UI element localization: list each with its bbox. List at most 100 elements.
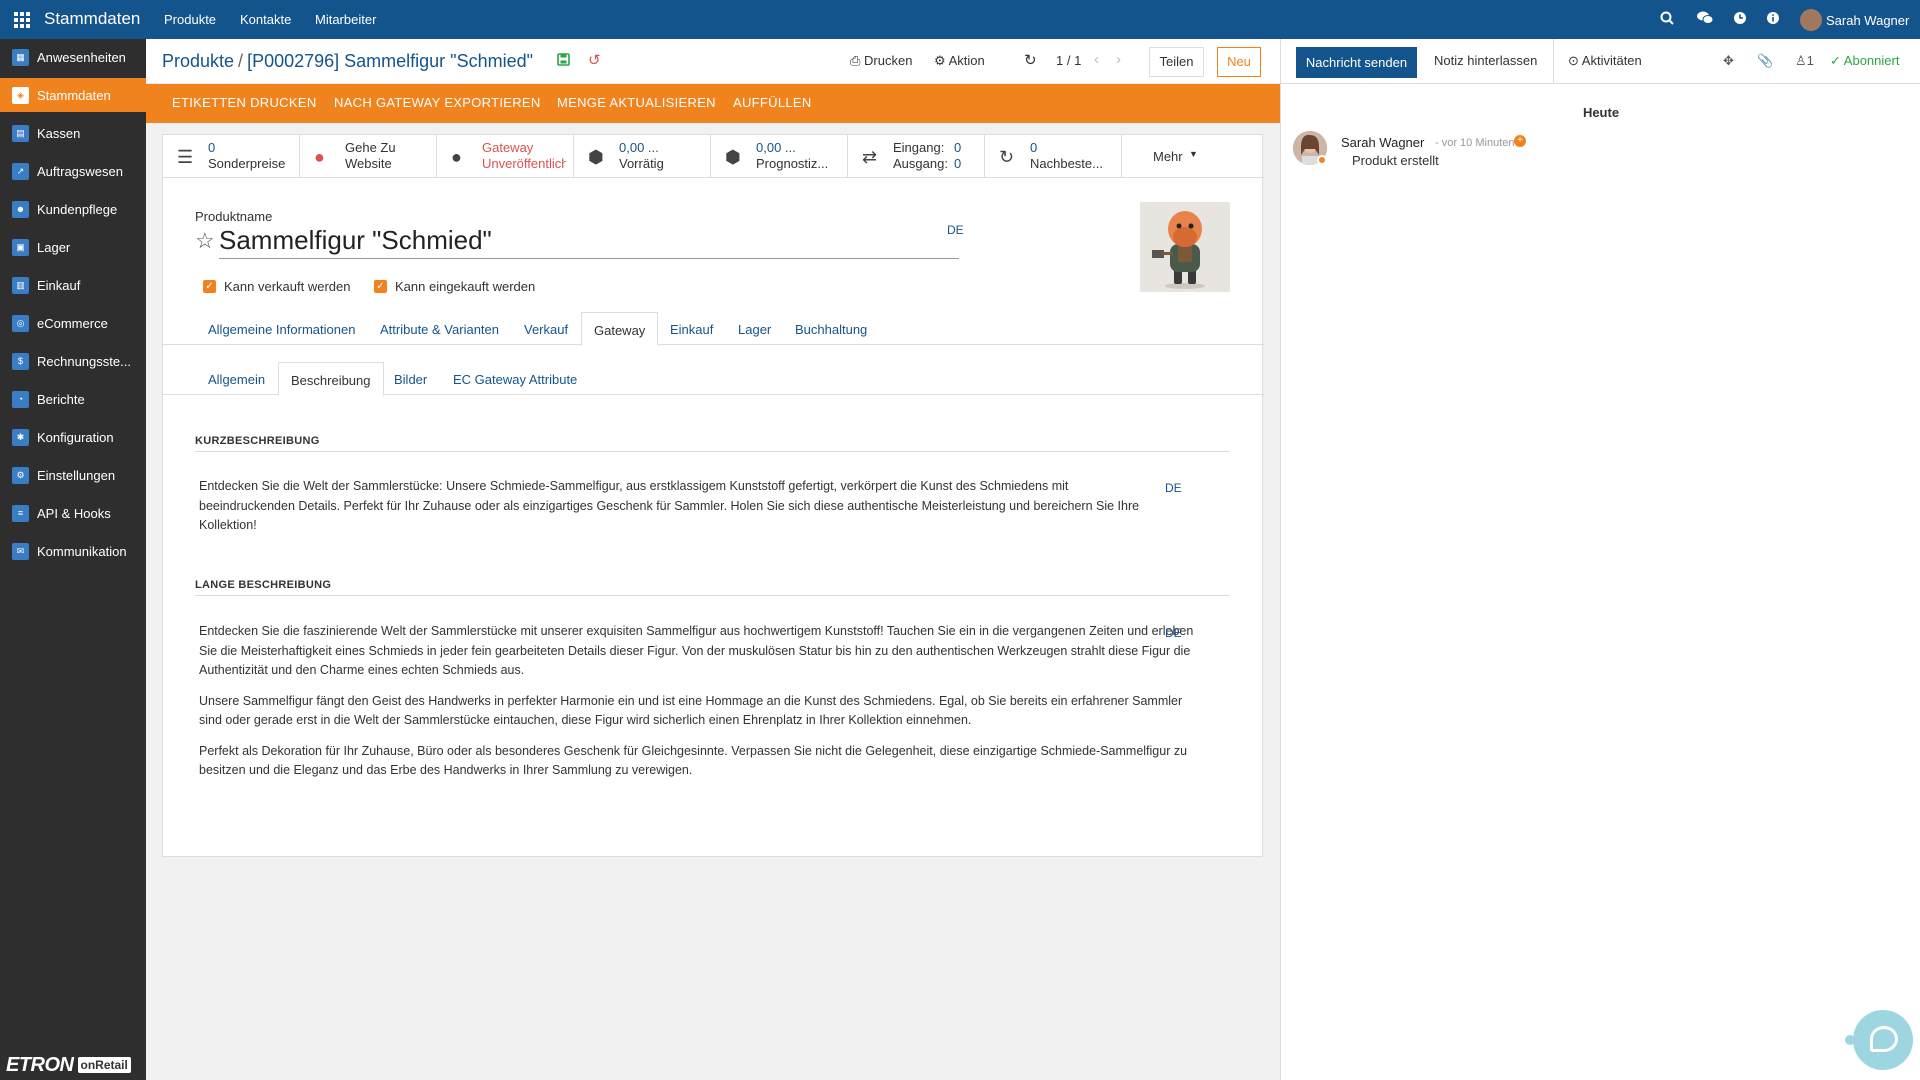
stat-go-to-website[interactable]: ● Gehe Zu Website: [300, 135, 437, 178]
apps-grid-icon[interactable]: [14, 12, 30, 28]
clock-icon[interactable]: [1731, 11, 1749, 29]
star-icon[interactable]: ☆: [195, 228, 215, 254]
share-button[interactable]: Teilen: [1149, 47, 1204, 77]
chat-bubble-icon: [1870, 1026, 1898, 1052]
tab-accounting[interactable]: Buchhaltung: [795, 322, 867, 337]
sidebar-item-berichte[interactable]: ◔ Berichte: [0, 382, 146, 416]
purchase-icon: ▥: [12, 277, 29, 294]
sidebar-item-kundenpflege[interactable]: ☻ Kundenpflege: [0, 192, 146, 226]
sidebar-item-api-hooks[interactable]: ≡ API & Hooks: [0, 496, 146, 530]
stat-forecast[interactable]: ⬢ 0,00 ... Prognostiz...: [711, 135, 848, 178]
sidebar-item-ecommerce[interactable]: ◎ eCommerce: [0, 306, 146, 340]
sidebar-item-label: Kassen: [37, 126, 81, 141]
subscribed-button[interactable]: ✓ Abonniert: [1830, 53, 1899, 69]
chat-widget-button[interactable]: [1853, 1010, 1913, 1070]
subtab-general[interactable]: Allgemein: [208, 372, 265, 387]
paperclip-icon[interactable]: 📎: [1757, 53, 1773, 69]
orders-icon: ↗: [12, 163, 29, 180]
info-icon[interactable]: [1764, 11, 1782, 29]
language-button[interactable]: DE: [1165, 626, 1182, 640]
tab-sales[interactable]: Verkauf: [524, 322, 568, 337]
pager-value[interactable]: 1 / 1: [1056, 53, 1081, 68]
date-separator: Heute: [1582, 105, 1620, 120]
sidebar-item-stammdaten[interactable]: ◈ Stammdaten: [0, 78, 146, 112]
chat-icon[interactable]: [1696, 11, 1714, 29]
short-description-text: Entdecken Sie die Welt der Sammlerstücke…: [199, 479, 1140, 532]
brand-logo: ETRON onRetail: [6, 1054, 140, 1076]
short-description-field[interactable]: Entdecken Sie die Welt der Sammlerstücke…: [199, 477, 1159, 547]
reports-icon: ◔: [12, 391, 29, 408]
expand-icon[interactable]: ✥: [1723, 53, 1734, 69]
pos-icon: ▤: [12, 125, 29, 142]
user-menu[interactable]: Sarah Wagner: [1800, 9, 1909, 31]
caret-down-icon: ▼: [1189, 149, 1198, 159]
replenish-button[interactable]: AUFFÜLLEN: [733, 95, 812, 110]
followers-button[interactable]: ♙1: [1795, 53, 1814, 69]
discard-icon[interactable]: ↺: [588, 51, 601, 69]
master-data-icon: ◈: [12, 87, 29, 104]
search-icon[interactable]: [1658, 11, 1676, 29]
sidebar-item-einkauf[interactable]: ▥ Einkauf: [0, 268, 146, 302]
checkbox-label: Kann verkauft werden: [224, 279, 351, 294]
stat-gateway[interactable]: ● Gateway Unveröffentlicht: [437, 135, 574, 178]
sidebar-item-kassen[interactable]: ▤ Kassen: [0, 116, 146, 150]
new-button[interactable]: Neu: [1217, 47, 1261, 77]
export-gateway-button[interactable]: NACH GATEWAY EXPORTIEREN: [334, 95, 541, 110]
plus-icon[interactable]: +: [1514, 135, 1526, 147]
product-image[interactable]: [1140, 202, 1230, 292]
print-labels-button[interactable]: ETIKETTEN DRUCKEN: [172, 95, 317, 110]
message-author[interactable]: Sarah Wagner: [1341, 135, 1424, 150]
breadcrumb-parent[interactable]: Produkte: [162, 51, 234, 71]
sidebar-item-kommunikation[interactable]: ✉ Kommunikation: [0, 534, 146, 568]
sidebar-item-einstellungen[interactable]: ⚙ Einstellungen: [0, 458, 146, 492]
can-be-purchased-checkbox[interactable]: ✓ Kann eingekauft werden: [374, 279, 535, 294]
update-quantity-button[interactable]: MENGE AKTUALISIEREN: [557, 95, 716, 110]
subtab-ec-gateway-attributes[interactable]: EC Gateway Attribute: [453, 372, 577, 387]
print-button[interactable]: ⎙ Drucken: [850, 53, 912, 69]
send-message-button[interactable]: Nachricht senden: [1296, 47, 1417, 78]
product-name-field[interactable]: Sammelfigur "Schmied": [219, 225, 959, 259]
long-description-paragraph: Unsere Sammelfigur fängt den Geist des H…: [199, 693, 1183, 728]
sidebar-item-label: eCommerce: [37, 316, 108, 331]
more-button[interactable]: Mehr ▼: [1122, 135, 1264, 178]
sidebar-item-konfiguration[interactable]: ✱ Konfiguration: [0, 420, 146, 454]
activities-label: Aktivitäten: [1581, 53, 1642, 68]
stat-on-hand[interactable]: ⬢ 0,00 ... Vorrätig: [574, 135, 711, 178]
subtab-images[interactable]: Bilder: [394, 372, 427, 387]
can-be-sold-checkbox[interactable]: ✓ Kann verkauft werden: [203, 279, 350, 294]
pager-next-icon[interactable]: ›: [1116, 51, 1121, 68]
product-name-label: Produktname: [195, 209, 273, 224]
subtab-description[interactable]: Beschreibung: [278, 362, 384, 396]
user-avatar: [1800, 9, 1822, 31]
stat-in-out[interactable]: ⇄ Eingang: 0 Ausgang: 0: [848, 135, 985, 178]
message-time: - vor 10 Minuten: [1435, 137, 1515, 149]
sidebar-item-rechnungsstellung[interactable]: $ Rechnungsste...: [0, 344, 146, 378]
tab-attributes-variants[interactable]: Attribute & Varianten: [380, 322, 499, 337]
pager-prev-icon[interactable]: ‹: [1094, 51, 1099, 68]
stat-special-prices[interactable]: ☰ 0 Sonderpreise: [163, 135, 300, 178]
sidebar-item-auftragswesen[interactable]: ↗ Auftragswesen: [0, 154, 146, 188]
menu-mitarbeiter[interactable]: Mitarbeiter: [315, 12, 376, 27]
long-description-paragraph: Entdecken Sie die faszinierende Welt der…: [199, 624, 1194, 677]
menu-produkte[interactable]: Produkte: [164, 12, 216, 27]
tab-inventory[interactable]: Lager: [738, 322, 771, 337]
action-button[interactable]: ⚙ Aktion: [934, 53, 985, 69]
stat-reorder[interactable]: ↻ 0 Nachbeste...: [985, 135, 1122, 178]
language-button[interactable]: DE: [1165, 481, 1182, 495]
save-icon[interactable]: [557, 53, 570, 69]
activities-button[interactable]: ⊙ Aktivitäten: [1568, 53, 1642, 69]
reload-icon[interactable]: ↻: [1024, 51, 1037, 69]
sidebar-item-lager[interactable]: ▣ Lager: [0, 230, 146, 264]
menu-kontakte[interactable]: Kontakte: [240, 12, 291, 27]
log-note-button[interactable]: Notiz hinterlassen: [1434, 53, 1537, 68]
app-name[interactable]: Stammdaten: [44, 9, 140, 29]
cubes-icon: ⬢: [725, 147, 741, 167]
tab-purchase[interactable]: Einkauf: [670, 322, 713, 337]
message-body: Produkt erstellt: [1352, 153, 1439, 168]
sidebar-item-anwesenheiten[interactable]: ▦ Anwesenheiten: [0, 40, 146, 74]
long-description-field[interactable]: Entdecken Sie die faszinierende Welt der…: [199, 622, 1194, 792]
sidebar: ▦ Anwesenheiten ◈ Stammdaten ▤ Kassen ↗ Auft…: [0, 39, 146, 1080]
tab-general-info[interactable]: Allgemeine Informationen: [208, 322, 355, 337]
tab-gateway[interactable]: Gateway: [581, 312, 659, 346]
language-button[interactable]: DE: [947, 223, 964, 237]
